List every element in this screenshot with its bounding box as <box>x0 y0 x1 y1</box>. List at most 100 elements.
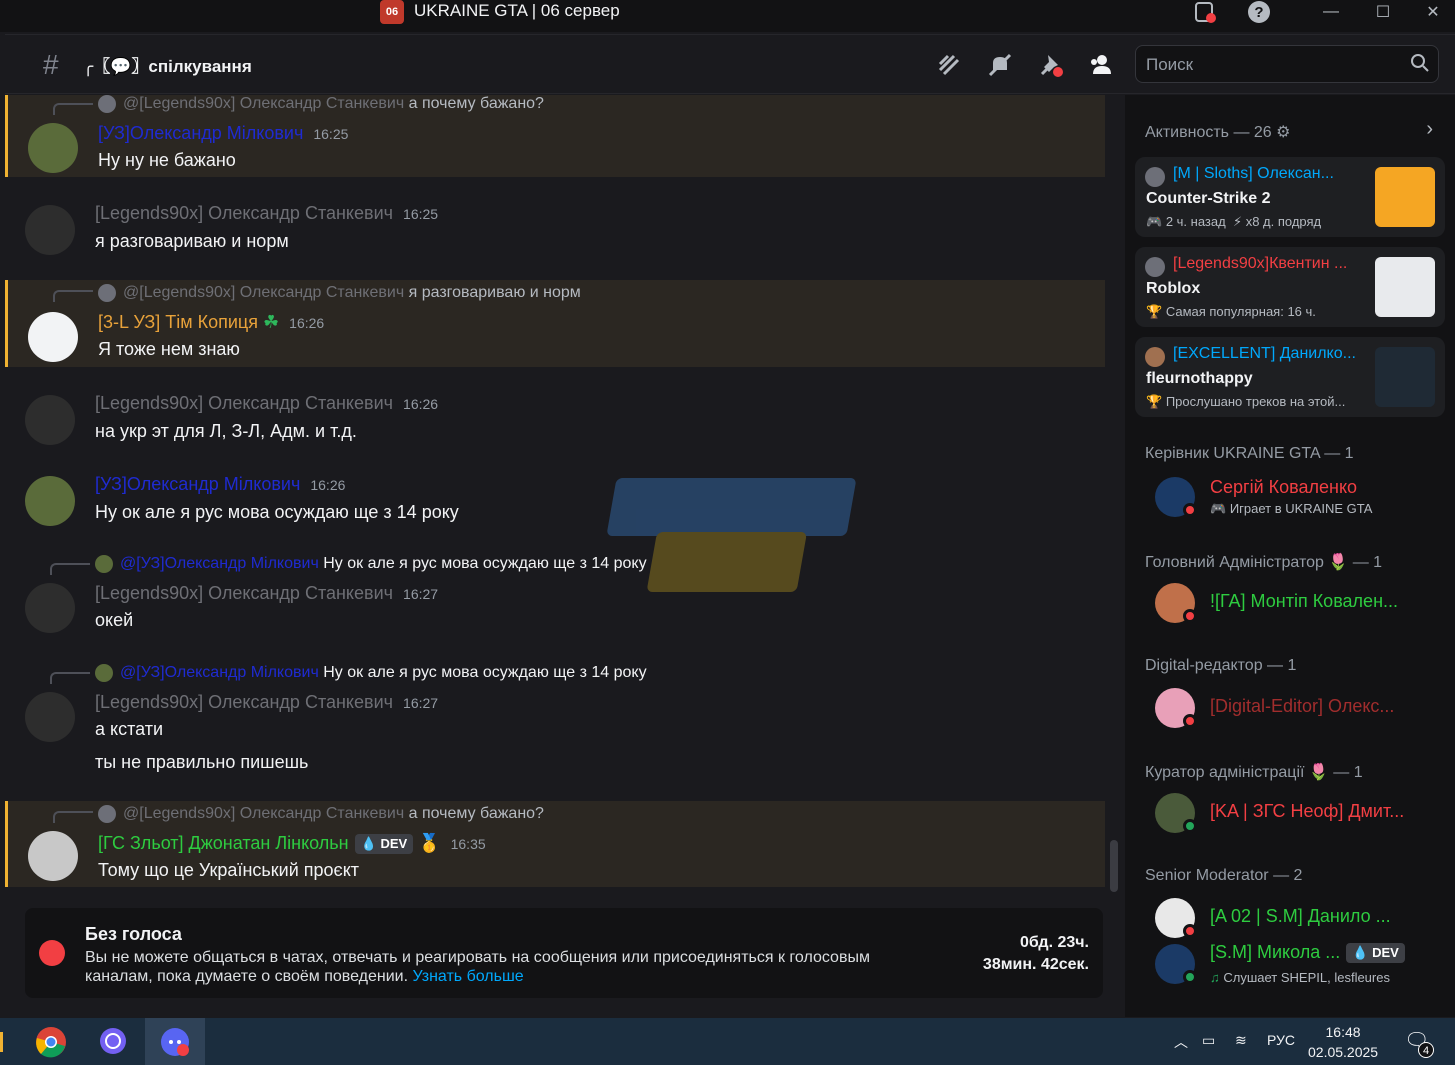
message-text: Ну ок але я рус мова осуждаю ще з 14 рок… <box>95 502 459 522</box>
avatar[interactable] <box>25 476 75 526</box>
message-author[interactable]: [УЗ]Олександр Мілкович <box>98 123 303 143</box>
member-item[interactable]: [S.M] Микола ... 💧 DEV ♫ Слушает SHEPIL, … <box>1155 940 1445 988</box>
status-dnd-icon <box>1183 609 1197 623</box>
pinned-messages-icon[interactable] <box>1037 51 1065 79</box>
avatar <box>1145 347 1165 367</box>
reply-preview[interactable]: @[Legends90x] Олександр Станкевич а поче… <box>123 805 544 823</box>
avatar <box>1145 257 1165 277</box>
threads-icon[interactable] <box>935 51 963 79</box>
activity-game: Roblox <box>1146 280 1201 297</box>
avatar[interactable] <box>25 692 75 742</box>
window-title: UKRAINE GTA | 06 сервер <box>414 1 620 20</box>
message-author[interactable]: [Legends90x] Олександр Станкевич <box>95 583 393 603</box>
member-item[interactable]: Сергій Коваленко 🎮 Играет в UKRAINE GTA <box>1155 473 1445 521</box>
message-author[interactable]: [Legends90x] Олександр Станкевич <box>95 203 393 223</box>
message-item[interactable]: @[Legends90x] Олександр Станкевич я разг… <box>5 280 1105 367</box>
message-author[interactable]: [УЗ]Олександр Мілкович <box>95 474 300 494</box>
learn-more-link[interactable]: Узнать больше <box>412 968 523 985</box>
help-icon[interactable]: ? <box>1246 0 1272 24</box>
system-clock[interactable]: 16:48 02.05.2025 <box>1308 1022 1378 1062</box>
activity-user-name[interactable]: [Legends90x]Квентин ... <box>1173 255 1368 273</box>
activity-game: Counter-Strike 2 <box>1146 190 1271 207</box>
reply-preview[interactable]: @[УЗ]Олександр Мілкович Ну ок але я рус … <box>120 664 647 682</box>
avatar[interactable] <box>28 312 78 362</box>
message-author[interactable]: [Legends90x] Олександр Станкевич <box>95 393 393 413</box>
member-item[interactable]: [A 02 | S.M] Данило ... <box>1155 894 1445 942</box>
notifications-muted-icon[interactable] <box>986 51 1014 79</box>
dev-badge: 💧 DEV <box>1346 943 1405 964</box>
timeout-clock-icon <box>39 940 65 966</box>
message-item[interactable]: @[Legends90x] Олександр Станкевич а поче… <box>5 95 1105 177</box>
message-item[interactable]: @[УЗ]Олександр Мілкович Ну ок але я рус … <box>5 662 1105 782</box>
close-icon[interactable]: ✕ <box>1420 0 1446 24</box>
member-name: Сергій Коваленко <box>1210 477 1358 497</box>
reply-preview[interactable]: @[Legends90x] Олександр Станкевич я разг… <box>123 284 581 302</box>
channel-name: ╭〖💬〗спілкування <box>83 57 252 76</box>
reply-preview[interactable]: @[УЗ]Олександр Мілкович Ну ок але я рус … <box>120 555 647 573</box>
activity-title: Активность — 26 ⚙ <box>1145 124 1291 141</box>
message-author[interactable]: [ГС Зльот] Джонатан Лінкольн <box>98 833 349 853</box>
avatar[interactable] <box>28 831 78 881</box>
message-text: Я тоже нем знаю <box>98 339 240 359</box>
timeout-notice: Без голоса Вы не можете общаться в чатах… <box>25 908 1103 998</box>
activity-game: fleurnothappy <box>1146 370 1253 387</box>
role-header: Digital-редактор — 1 <box>1145 657 1297 674</box>
member-name: [S.M] Микола ... 💧 DEV <box>1210 942 1405 964</box>
member-item[interactable]: [KA | ЗГС Неоф] Дмит... <box>1155 789 1445 837</box>
member-list-icon[interactable] <box>1087 51 1115 79</box>
avatar[interactable] <box>25 395 75 445</box>
member-activity: ♫ Слушает SHEPIL, lesfleures <box>1210 970 1390 985</box>
message-item[interactable]: [УЗ]Олександр Мілкович 16:26 Ну ок але я … <box>5 474 1105 534</box>
message-author[interactable]: [3-L УЗ] Тім Копиця <box>98 312 258 332</box>
battery-icon[interactable]: ▭ <box>1202 1032 1215 1049</box>
gear-icon[interactable]: ⚙ <box>1276 124 1290 141</box>
member-name: [KA | ЗГС Неоф] Дмит... <box>1210 801 1405 821</box>
notification-center-icon[interactable]: 🗨 4 <box>1404 1028 1434 1058</box>
avatar[interactable] <box>25 583 75 633</box>
message-timestamp: 16:26 <box>403 396 439 412</box>
reply-avatar <box>98 95 116 113</box>
hash-icon: # <box>43 49 59 80</box>
activity-user-name[interactable]: [M | Sloths] Олексан... <box>1173 165 1368 183</box>
chevron-up-icon[interactable]: ︿ <box>1174 1032 1188 1052</box>
dev-badge: 💧 DEV <box>354 834 414 855</box>
activity-meta: 🏆 Самая популярная: 16 ч. <box>1146 304 1316 319</box>
album-cover-image <box>1375 347 1435 407</box>
search-input[interactable]: Поиск <box>1135 45 1439 83</box>
message-text: Ну ну не бажано <box>98 150 236 170</box>
message-item[interactable]: @[Legends90x] Олександр Станкевич а поче… <box>5 801 1105 887</box>
message-text: ты не правильно пишешь <box>95 752 309 772</box>
activity-card[interactable]: [M | Sloths] Олексан... Counter-Strike 2… <box>1135 157 1445 237</box>
message-timestamp: 16:25 <box>313 126 349 142</box>
viber-icon[interactable] <box>83 1018 143 1065</box>
message-author[interactable]: [Legends90x] Олександр Станкевич <box>95 692 393 712</box>
activity-user-name[interactable]: [EXCELLENT] Данилко... <box>1173 345 1368 363</box>
avatar[interactable] <box>25 205 75 255</box>
activity-card[interactable]: [EXCELLENT] Данилко... fleurnothappy 🏆 П… <box>1135 337 1445 417</box>
message-text: Тому що це Український проєкт <box>98 860 360 880</box>
member-item[interactable]: [Digital-Editor] Олекс... <box>1155 684 1445 732</box>
inbox-icon[interactable] <box>1192 0 1218 24</box>
discord-icon[interactable] <box>145 1018 205 1065</box>
message-item[interactable]: @[УЗ]Олександр Мілкович Ну ок але я рус … <box>5 553 1105 637</box>
chrome-icon[interactable] <box>21 1018 81 1065</box>
channel-header: # ╭〖💬〗спілкування Поиск <box>5 34 1455 94</box>
maximize-icon[interactable]: ☐ <box>1370 0 1396 24</box>
windows-taskbar: ︿ ▭ ≋ РУС 16:48 02.05.2025 🗨 4 <box>0 1018 1455 1065</box>
reply-preview[interactable]: @[Legends90x] Олександр Станкевич а поче… <box>123 95 544 113</box>
message-item[interactable]: [Legends90x] Олександр Станкевич 16:26 на… <box>5 393 1105 453</box>
message-list[interactable]: @[Legends90x] Олександр Станкевич а поче… <box>5 95 1120 905</box>
message-timestamp: 16:27 <box>403 695 439 711</box>
minimize-icon[interactable]: — <box>1318 0 1344 24</box>
wifi-icon[interactable]: ≋ <box>1235 1032 1247 1049</box>
chevron-right-icon[interactable]: › <box>1426 118 1433 141</box>
message-item[interactable]: [Legends90x] Олександр Станкевич 16:25 я … <box>5 203 1105 263</box>
avatar[interactable] <box>28 123 78 173</box>
trophy-icon: 🏆 <box>1146 394 1163 409</box>
language-indicator[interactable]: РУС <box>1267 1032 1295 1048</box>
chat-scrollbar[interactable] <box>1110 840 1118 892</box>
member-item[interactable]: ![ГА] Монтіп Ковален... <box>1155 579 1445 627</box>
message-timestamp: 16:26 <box>289 315 325 331</box>
message-timestamp: 16:26 <box>310 477 346 493</box>
activity-card[interactable]: [Legends90x]Квентин ... Roblox 🏆 Самая п… <box>1135 247 1445 327</box>
